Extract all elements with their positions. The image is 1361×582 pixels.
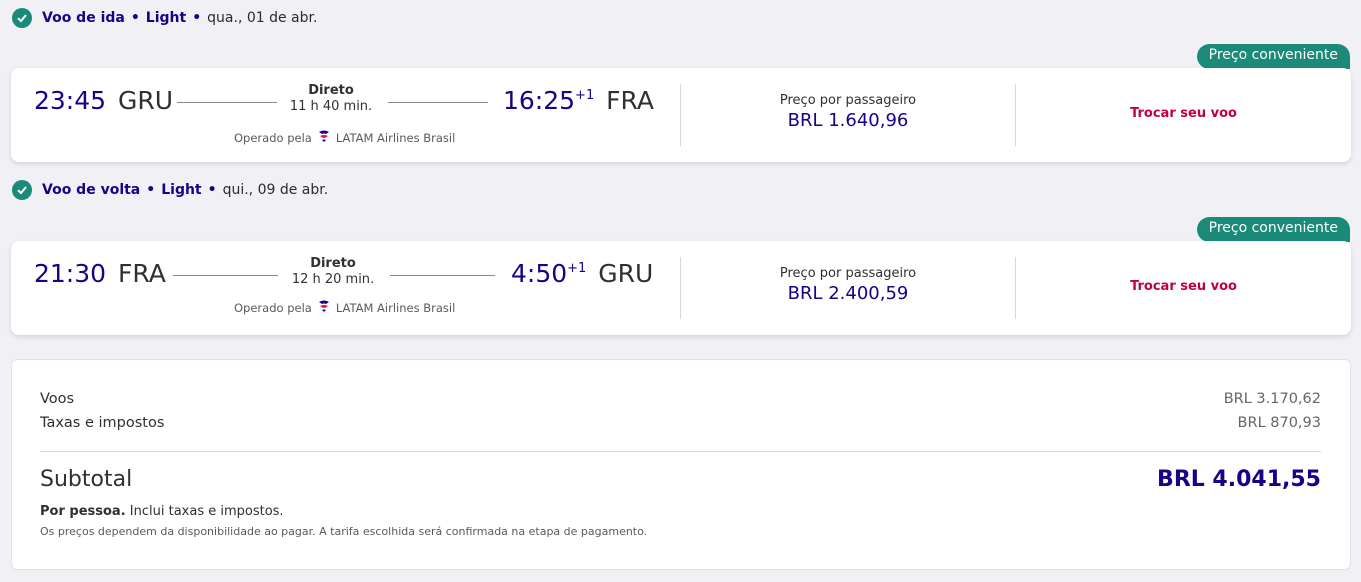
flights-row: Voos BRL 3.170,62 (40, 391, 1321, 407)
route-line (173, 275, 278, 276)
taxes-row: Taxas e impostos BRL 870,93 (40, 415, 1321, 431)
check-circle-icon (12, 180, 32, 200)
return-header: Voo de volta • Light • qui., 09 de abr. (12, 180, 328, 200)
fare-name: Light (161, 182, 202, 198)
taxes-label: Taxas e impostos (40, 415, 165, 431)
airline-name: LATAM Airlines Brasil (335, 130, 456, 145)
check-circle-icon (12, 8, 32, 28)
operated-label: Operado pela (234, 300, 312, 315)
outbound-header: Voo de ida • Light • qua., 01 de abr. (12, 8, 317, 28)
convenient-price-badge: Preço conveniente (1196, 44, 1350, 69)
route-line (388, 102, 488, 103)
segment-title: Voo de volta (42, 182, 141, 198)
operated-label: Operado pela (234, 130, 312, 145)
duration: 12 h 20 min. (291, 272, 375, 287)
flights-label: Voos (40, 391, 75, 407)
route-line (177, 102, 277, 103)
duration: 11 h 40 min. (289, 99, 373, 114)
per-person-text: Inclui taxas e impostos. (129, 504, 284, 519)
latam-logo-icon (318, 129, 330, 146)
operated-by: Operado pela LATAM Airlines Brasil (234, 129, 455, 146)
segment-date: qua., 01 de abr. (207, 10, 318, 26)
flight-info: Direto 12 h 20 min. (273, 256, 393, 287)
departure-airport: GRU (118, 86, 174, 115)
price-label: Preço por passageiro (779, 266, 917, 281)
price-value: BRL 1.640,96 (787, 110, 909, 131)
departure-time: 23:45 (34, 86, 107, 115)
day-offset: +1 (575, 88, 595, 103)
segment-date: qui., 09 de abr. (222, 182, 329, 198)
arrival: 4:50+1 GRU (511, 259, 653, 288)
latam-logo-icon (318, 299, 330, 316)
arrival-airport: FRA (606, 86, 655, 115)
per-person-note: Por pessoa. Inclui taxas e impostos. (40, 504, 284, 519)
price-per-passenger: Preço por passageiro BRL 1.640,96 (681, 93, 1015, 131)
price-per-passenger: Preço por passageiro BRL 2.400,59 (681, 266, 1015, 304)
divider (40, 451, 1321, 452)
availability-note: Os preços dependem da disponibilidade ao… (40, 525, 648, 538)
subtotal-value: BRL 4.041,55 (1157, 467, 1321, 492)
change-flight-button[interactable]: Trocar seu voo (1016, 106, 1351, 121)
subtotal-label: Subtotal (40, 467, 133, 492)
fare-name: Light (145, 10, 187, 26)
taxes-value: BRL 870,93 (1237, 415, 1321, 431)
airline-name: LATAM Airlines Brasil (335, 300, 456, 315)
day-offset: +1 (567, 261, 587, 276)
stops-label: Direto (308, 83, 354, 98)
segment-title: Voo de ida (42, 10, 125, 26)
convenient-price-badge: Preço conveniente (1196, 217, 1350, 242)
arrival: 16:25+1 FRA (503, 86, 654, 115)
arrival-airport: GRU (598, 259, 654, 288)
price-summary: Voos BRL 3.170,62 Taxas e impostos BRL 8… (11, 359, 1351, 570)
departure-time: 21:30 (34, 259, 107, 288)
stops-label: Direto (310, 256, 356, 271)
departure: 23:45 GRU (34, 86, 173, 115)
arrival-time: 16:25 (503, 86, 576, 115)
departure-airport: FRA (118, 259, 166, 288)
arrival-time: 4:50 (511, 259, 568, 288)
route-line (390, 275, 495, 276)
flights-value: BRL 3.170,62 (1223, 391, 1321, 407)
operated-by: Operado pela LATAM Airlines Brasil (234, 299, 455, 316)
price-value: BRL 2.400,59 (787, 283, 909, 304)
outbound-flight-card: 23:45 GRU Direto 11 h 40 min. 16:25+1 FR… (11, 68, 1351, 162)
return-flight-card: 21:30 FRA Direto 12 h 20 min. 4:50+1 GRU… (11, 241, 1351, 335)
price-label: Preço por passageiro (779, 93, 917, 108)
change-flight-button[interactable]: Trocar seu voo (1016, 279, 1351, 294)
per-person-bold: Por pessoa. (40, 504, 126, 519)
departure: 21:30 FRA (34, 259, 166, 288)
flight-info: Direto 11 h 40 min. (271, 83, 391, 114)
